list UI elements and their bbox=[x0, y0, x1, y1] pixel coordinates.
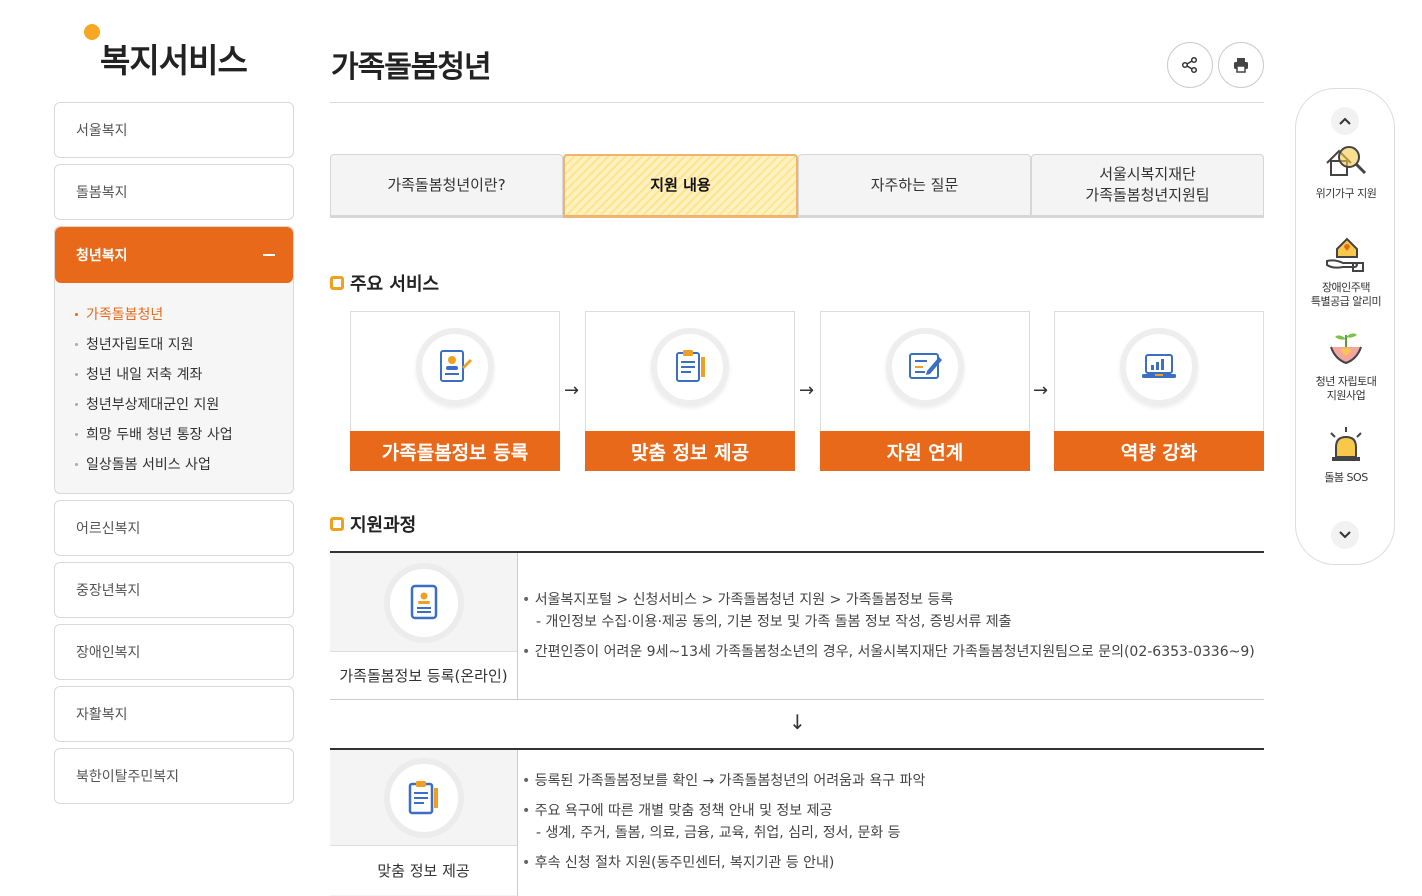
sidebar-item-self-support-welfare[interactable]: 자활복지 bbox=[54, 686, 294, 742]
clipboard-icon bbox=[651, 328, 729, 406]
scroll-down-button[interactable] bbox=[1331, 521, 1359, 549]
registration-doc-icon bbox=[416, 328, 494, 406]
scroll-up-button[interactable] bbox=[1331, 107, 1359, 135]
share-icon bbox=[1181, 56, 1198, 74]
chevron-up-icon bbox=[1339, 117, 1351, 125]
print-icon bbox=[1234, 58, 1248, 73]
process-step-label-cell: 가족돌봄정보 등록(온라인) bbox=[330, 553, 518, 699]
hands-sprout-icon bbox=[1330, 333, 1362, 365]
service-card-registration: 가족돌봄정보 등록 bbox=[350, 311, 560, 471]
quick-item-label: 돌봄 SOS bbox=[1324, 471, 1368, 484]
sidebar-menu: 서울복지 돌봄복지 청년복지 가족돌봄청년 청년자립토대 지원 청년 내일 저축… bbox=[54, 102, 294, 810]
quick-item-label: 장애인주택 특별공급 알리미 bbox=[1310, 281, 1382, 308]
detail-line: 후속 신청 절차 지원(동주민센터, 복지기관 등 안내) bbox=[522, 852, 1264, 874]
submenu-item[interactable]: 청년 내일 저축 계좌 bbox=[75, 359, 293, 389]
detail-line: 서울복지포털 > 신청서비스 > 가족돌봄청년 지원 > 가족돌봄정보 등록 bbox=[522, 589, 1264, 611]
title-dot-icon bbox=[84, 24, 100, 40]
detail-line: 주요 욕구에 따른 개별 맞춤 정책 안내 및 정보 제공 bbox=[522, 800, 1264, 822]
tab-faq[interactable]: 자주하는 질문 bbox=[798, 154, 1031, 218]
service-card-capacity: 역량 강화 bbox=[1054, 311, 1264, 471]
quick-item-label: 위기가구 지원 bbox=[1315, 187, 1377, 200]
sidebar-item-disability-welfare[interactable]: 장애인복지 bbox=[54, 624, 294, 680]
quick-item-label: 청년 자립토대 지원사업 bbox=[1315, 375, 1377, 402]
collapse-icon bbox=[263, 254, 275, 256]
service-card-label: 가족돌봄정보 등록 bbox=[350, 431, 560, 471]
arrow-right-icon: → bbox=[564, 380, 580, 401]
submenu-item[interactable]: 청년자립토대 지원 bbox=[75, 329, 293, 359]
tab-about[interactable]: 가족돌봄청년이란? bbox=[330, 154, 563, 218]
page-title: 가족돌봄청년 bbox=[331, 50, 492, 85]
sidebar-item-label: 청년복지 bbox=[76, 248, 128, 264]
submenu-item[interactable]: 청년부상제대군인 지원 bbox=[75, 389, 293, 419]
alarm-bell-icon bbox=[1330, 427, 1362, 461]
sidebar-item-youth-welfare-header[interactable]: 청년복지 bbox=[55, 227, 293, 283]
section-title: 주요 서비스 bbox=[350, 274, 440, 295]
person-doc-icon bbox=[384, 563, 464, 643]
service-card-resource-link: 자원 연계 bbox=[820, 311, 1030, 471]
share-button[interactable] bbox=[1167, 42, 1213, 88]
chevron-down-icon bbox=[1339, 531, 1351, 539]
magnifier-house-icon bbox=[1326, 146, 1367, 176]
sidebar-item-middle-age-welfare[interactable]: 중장년복지 bbox=[54, 562, 294, 618]
process-heading: 지원과정 bbox=[330, 511, 416, 537]
sidebar-title: 복지서비스 bbox=[100, 41, 248, 80]
arrow-right-icon: → bbox=[1033, 380, 1049, 401]
submenu-item[interactable]: 희망 두배 청년 통장 사업 bbox=[75, 419, 293, 449]
sidebar-submenu: 가족돌봄청년 청년자립토대 지원 청년 내일 저축 계좌 청년부상제대군인 지원… bbox=[55, 283, 293, 493]
main-services-heading: 주요 서비스 bbox=[330, 270, 439, 296]
sidebar-item-care-welfare[interactable]: 돌봄복지 bbox=[54, 164, 294, 220]
section-marker-icon bbox=[330, 276, 344, 290]
sidebar-item-seoul-welfare[interactable]: 서울복지 bbox=[54, 102, 294, 158]
process-step-registration: 가족돌봄정보 등록(온라인) 서울복지포털 > 신청서비스 > 가족돌봄청년 지… bbox=[330, 551, 1264, 700]
process-step-details: 등록된 가족돌봄정보를 확인 → 가족돌봄청년의 어려움과 욕구 파악 주요 욕… bbox=[518, 750, 1264, 896]
hand-house-icon bbox=[1326, 237, 1364, 272]
process-step-label: 맞춤 정보 제공 bbox=[330, 845, 517, 895]
tab-support-team[interactable]: 서울시복지재단 가족돌봄청년지원팀 bbox=[1031, 154, 1264, 218]
sidebar-item-youth-welfare: 청년복지 가족돌봄청년 청년자립토대 지원 청년 내일 저축 계좌 청년부상제대… bbox=[54, 226, 294, 494]
service-card-label: 자원 연계 bbox=[820, 431, 1030, 471]
submenu-item[interactable]: 일상돌봄 서비스 사업 bbox=[75, 449, 293, 479]
quick-item-housing-alert[interactable]: 장애인주택 특별공급 알리미 bbox=[1296, 235, 1396, 309]
clipboard-pen-icon bbox=[384, 758, 464, 838]
section-marker-icon bbox=[330, 517, 344, 531]
process-step-label-cell: 맞춤 정보 제공 bbox=[330, 750, 518, 896]
tab-bar: 가족돌봄청년이란? 지원 내용 자주하는 질문 서울시복지재단 가족돌봄청년지원… bbox=[330, 154, 1264, 218]
process-step-details: 서울복지포털 > 신청서비스 > 가족돌봄청년 지원 > 가족돌봄정보 등록 -… bbox=[518, 553, 1264, 699]
process-step-label: 가족돌봄정보 등록(온라인) bbox=[330, 651, 517, 699]
quick-item-care-sos[interactable]: 돌봄 SOS bbox=[1296, 425, 1396, 485]
process-step-custom-info: 맞춤 정보 제공 등록된 가족돌봄정보를 확인 → 가족돌봄청년의 어려움과 욕… bbox=[330, 748, 1264, 896]
print-button[interactable] bbox=[1218, 42, 1264, 88]
service-card-label: 맞춤 정보 제공 bbox=[585, 431, 795, 471]
sidebar-item-defector-welfare[interactable]: 북한이탈주민복지 bbox=[54, 748, 294, 804]
quick-item-youth-support[interactable]: 청년 자립토대 지원사업 bbox=[1296, 329, 1396, 403]
service-card-label: 역량 강화 bbox=[1054, 431, 1264, 471]
submenu-item[interactable]: 가족돌봄청년 bbox=[75, 299, 293, 329]
service-card-custom-info: 맞춤 정보 제공 bbox=[585, 311, 795, 471]
detail-subline: - 개인정보 수집·이용·제공 동의, 기본 정보 및 가족 돌봄 정보 작성,… bbox=[536, 614, 1012, 630]
tab-support-content[interactable]: 지원 내용 bbox=[563, 154, 798, 218]
detail-line: 등록된 가족돌봄정보를 확인 → 가족돌봄청년의 어려움과 욕구 파악 bbox=[522, 770, 1264, 792]
quick-item-crisis-support[interactable]: 위기가구 지원 bbox=[1296, 141, 1396, 201]
arrow-down-icon: ↓ bbox=[789, 710, 806, 734]
header-divider bbox=[330, 102, 1264, 103]
sidebar-item-senior-welfare[interactable]: 어르신복지 bbox=[54, 500, 294, 556]
detail-subline: - 생계, 주거, 돌봄, 의료, 금융, 교육, 취업, 심리, 정서, 문화… bbox=[536, 825, 901, 841]
arrow-right-icon: → bbox=[799, 380, 815, 401]
laptop-chart-icon bbox=[1120, 328, 1198, 406]
edit-doc-icon bbox=[886, 328, 964, 406]
quick-menu-panel: 위기가구 지원 장애인주택 특별공급 알리미 청년 자립토대 지원사업 돌봄 S… bbox=[1295, 88, 1395, 565]
section-title: 지원과정 bbox=[350, 515, 417, 536]
detail-line: 간편인증이 어려운 9세~13세 가족돌봄청소년의 경우, 서울시복지재단 가족… bbox=[522, 641, 1264, 663]
